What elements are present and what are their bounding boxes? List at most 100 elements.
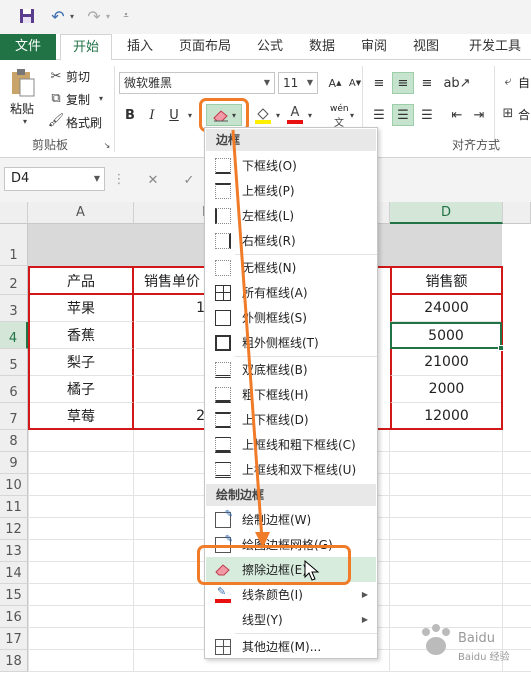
cut-button[interactable]: 剪切 (66, 68, 90, 85)
merge-center-button[interactable]: 合 (518, 106, 530, 123)
redo-icon[interactable]: ↷ (84, 7, 104, 26)
menu-item-thick-bottom[interactable]: 粗下框线(H) (206, 382, 376, 407)
clipboard-launcher-icon[interactable]: ↘ (102, 140, 112, 150)
menu-item-bottom-border[interactable]: 下框线(O) (206, 153, 376, 178)
menu-item-right-border[interactable]: 右框线(R) (206, 228, 376, 253)
paste-icon[interactable] (8, 68, 38, 98)
sales-cell[interactable]: 24000 (390, 295, 501, 322)
tab-developer[interactable]: 开发工具 (462, 34, 528, 60)
tab-file[interactable]: 文件 (0, 34, 56, 60)
menu-item-outside-borders[interactable]: 外侧框线(S) (206, 305, 376, 330)
format-painter-button[interactable]: 格式刷 (66, 114, 102, 131)
wrap-text-button[interactable]: 自 (518, 74, 530, 91)
redo-dropdown-icon[interactable]: ▾ (104, 7, 112, 25)
cut-icon[interactable]: ✂ (48, 68, 64, 84)
fill-color-icon[interactable] (252, 104, 274, 126)
corner-select-all[interactable] (0, 202, 28, 224)
font-size-combo[interactable]: 11 ▼ (278, 72, 318, 94)
align-bottom-icon[interactable]: ≡ (416, 72, 438, 94)
tab-insert[interactable]: 插入 (118, 34, 162, 60)
font-color-icon[interactable]: A (284, 104, 306, 126)
name-box[interactable]: D4 ▼ (4, 167, 105, 191)
menu-item-draw-border[interactable]: ✎ 绘制边框(W) (206, 507, 376, 532)
italic-button[interactable]: I (141, 104, 163, 126)
tab-review[interactable]: 审阅 (354, 34, 394, 60)
font-name-combo[interactable]: 微软雅黑 ▼ (119, 72, 275, 94)
row-header[interactable]: 12 (0, 518, 28, 540)
wrap-text-icon[interactable]: ⤶ (500, 72, 516, 90)
sales-cell[interactable]: 12000 (390, 403, 501, 428)
row-header[interactable]: 6 (0, 376, 28, 403)
orientation-icon[interactable]: ab↗ (443, 72, 470, 94)
row-header[interactable]: 3 (0, 295, 28, 322)
undo-dropdown-icon[interactable]: ▾ (68, 7, 76, 25)
fill-color-dropdown-icon[interactable]: ▾ (274, 110, 282, 120)
tab-home[interactable]: 开始 (60, 34, 112, 61)
row-header[interactable]: 4 (0, 322, 28, 349)
menu-item-no-border[interactable]: 无框线(N) (206, 255, 376, 280)
menu-item-left-border[interactable]: 左框线(L) (206, 203, 376, 228)
row-header[interactable]: 13 (0, 540, 28, 562)
phonetic-button[interactable]: wén (330, 104, 349, 114)
tab-view[interactable]: 视图 (406, 34, 446, 60)
menu-item-all-borders[interactable]: 所有框线(A) (206, 280, 376, 305)
font-color-dropdown-icon[interactable]: ▾ (306, 110, 314, 120)
paste-dropdown-icon[interactable]: ▾ (20, 116, 30, 126)
row-header[interactable]: 14 (0, 562, 28, 584)
align-middle-icon[interactable]: ≡ (392, 72, 414, 94)
tab-data[interactable]: 数据 (302, 34, 342, 60)
format-painter-icon[interactable]: 🖌 (48, 112, 65, 128)
row-header[interactable]: 1 (0, 224, 28, 266)
cancel-icon[interactable]: ✕ (142, 170, 164, 190)
save-icon[interactable] (18, 7, 36, 25)
product-cell[interactable]: 苹果 (30, 295, 134, 322)
row-header[interactable]: 11 (0, 496, 28, 518)
row-header[interactable]: 17 (0, 628, 28, 650)
customize-qat-icon[interactable]: ⩡ (120, 7, 132, 25)
menu-item-thick-outside-borders[interactable]: 粗外侧框线(T) (206, 330, 376, 355)
column-header-a[interactable]: A (28, 202, 134, 224)
increase-font-icon[interactable]: A ▲ (324, 72, 346, 94)
menu-item-top-thick-bottom[interactable]: 上框线和粗下框线(C) (206, 432, 376, 457)
sales-cell-selected[interactable]: 5000 (390, 322, 502, 349)
header-product[interactable]: 产品 (30, 268, 134, 295)
row-header[interactable]: 18 (0, 650, 28, 672)
copy-button[interactable]: 复制 (66, 91, 90, 108)
copy-dropdown-icon[interactable]: ▾ (96, 93, 106, 103)
enter-icon[interactable]: ✓ (178, 170, 200, 190)
row-header[interactable]: 16 (0, 606, 28, 628)
row-header[interactable]: 5 (0, 349, 28, 376)
menu-item-double-bottom[interactable]: 双底框线(B) (206, 357, 376, 382)
row-header[interactable]: 10 (0, 474, 28, 496)
merge-center-icon[interactable]: ⊞ (500, 104, 516, 122)
product-cell[interactable]: 香蕉 (30, 322, 134, 349)
column-header-d[interactable]: D (390, 202, 503, 224)
menu-item-top-bottom[interactable]: 上下框线(D) (206, 407, 376, 432)
copy-icon[interactable]: ⧉ (48, 90, 64, 106)
underline-button[interactable]: U (163, 104, 185, 126)
increase-indent-icon[interactable]: ⇥ (468, 104, 490, 126)
tab-page-layout[interactable]: 页面布局 (172, 34, 238, 60)
decrease-indent-icon[interactable]: ⇤ (446, 104, 468, 126)
bold-button[interactable]: B (119, 104, 141, 126)
sales-cell[interactable]: 21000 (390, 349, 501, 376)
row-header[interactable]: 2 (0, 266, 28, 295)
header-sales[interactable]: 销售额 (390, 268, 501, 295)
underline-dropdown-icon[interactable]: ▾ (185, 110, 195, 120)
align-left-icon[interactable]: ☰ (368, 104, 390, 126)
menu-item-line-style[interactable]: 线型(Y) ▶ (206, 607, 376, 632)
align-top-icon[interactable]: ≡ (368, 72, 390, 94)
row-header[interactable]: 8 (0, 430, 28, 452)
paste-button[interactable]: 粘贴 (10, 100, 34, 117)
sales-cell[interactable]: 2000 (390, 376, 501, 403)
row-header[interactable]: 7 (0, 403, 28, 430)
product-cell[interactable]: 草莓 (30, 403, 134, 428)
phonetic-dropdown-icon[interactable]: ▾ (348, 110, 356, 120)
menu-item-line-color[interactable]: ✎ 线条颜色(I) ▶ (206, 582, 376, 607)
undo-icon[interactable]: ↶ (48, 7, 68, 26)
product-cell[interactable]: 橘子 (30, 376, 134, 403)
menu-item-top-double-bottom[interactable]: 上框线和双下框线(U) (206, 457, 376, 482)
menu-item-more-borders[interactable]: 其他边框(M)... (206, 634, 376, 659)
align-center-icon[interactable]: ☰ (392, 104, 414, 126)
product-cell[interactable]: 梨子 (30, 349, 134, 376)
